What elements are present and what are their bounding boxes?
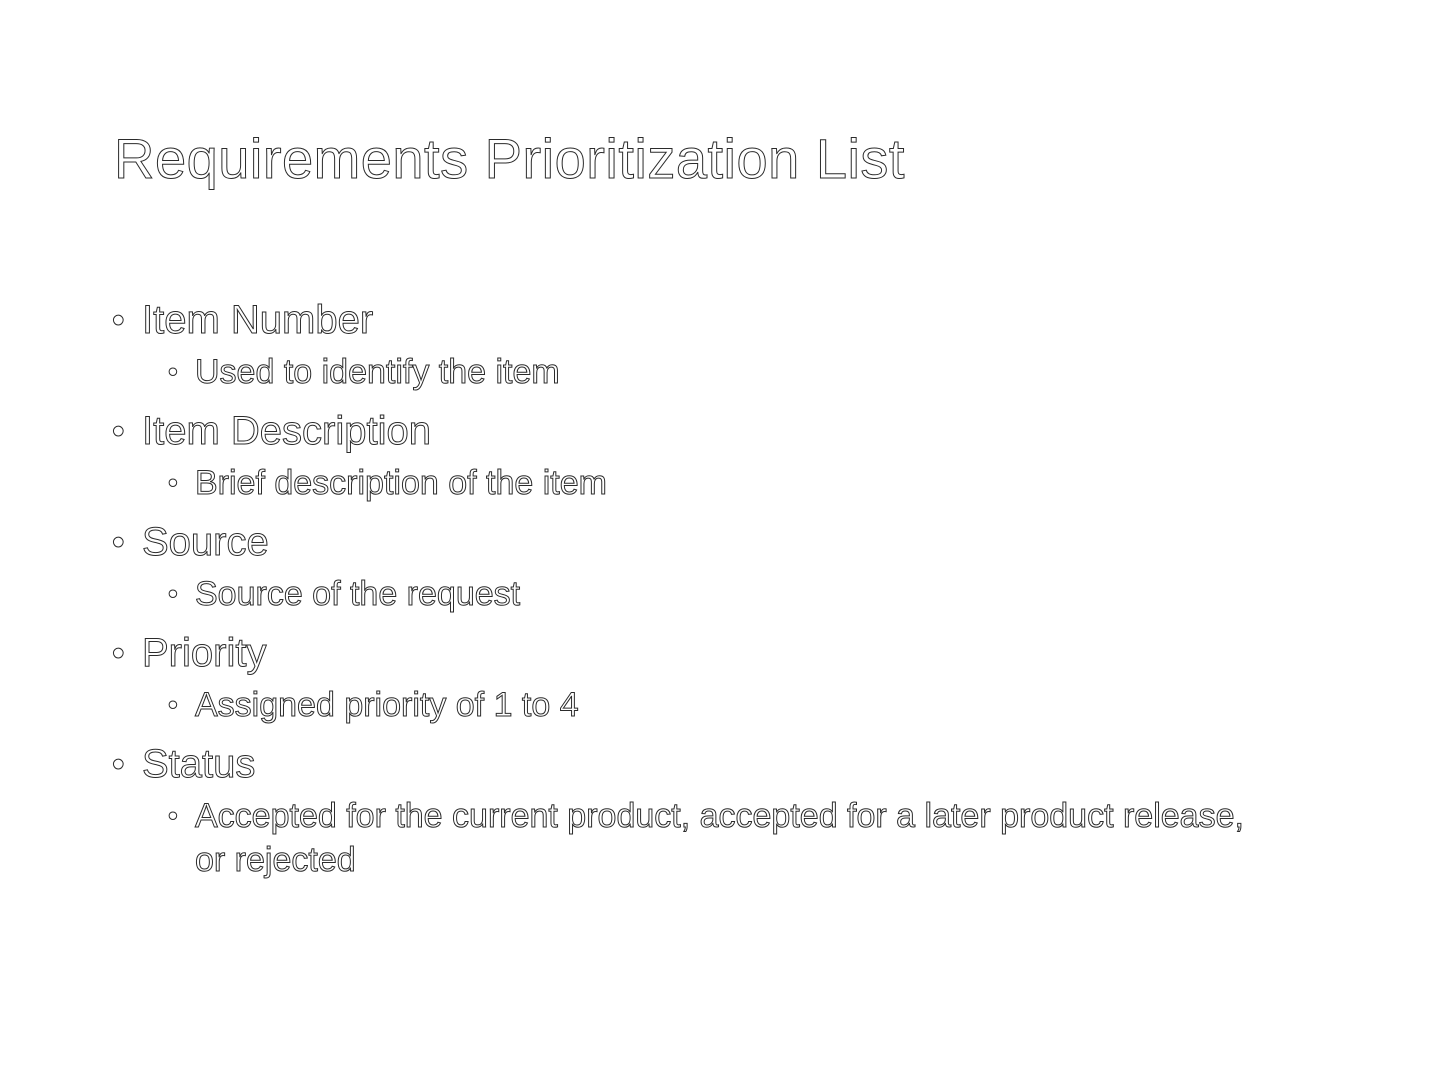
sub-bullet-source: • Source of the request — [168, 572, 1262, 616]
bullet-list: • Item Number • Used to identify the ite… — [112, 296, 1262, 882]
sub-bullet-icon: • — [168, 800, 179, 832]
sub-bullet-priority: • Assigned priority of 1 to 4 — [168, 683, 1262, 727]
bullet-detail: Source of the request — [194, 575, 521, 614]
bullet-icon: • — [112, 632, 126, 674]
bullet-icon: • — [112, 299, 126, 341]
bullet-heading: Item Number — [141, 298, 374, 343]
bullet-source: • Source — [112, 518, 1262, 566]
bullet-item-description: • Item Description — [112, 407, 1262, 455]
bullet-priority: • Priority — [112, 629, 1262, 677]
bullet-detail: Accepted for the current product, accept… — [195, 797, 1245, 880]
sub-bullet-item-number: • Used to identify the item — [168, 350, 1262, 394]
slide: Requirements Prioritization List • Item … — [0, 0, 1440, 1080]
bullet-heading: Status — [141, 742, 256, 787]
bullet-detail: Assigned priority of 1 to 4 — [195, 686, 580, 725]
bullet-status: • Status — [112, 740, 1262, 788]
bullet-heading: Source — [142, 520, 270, 565]
bullet-icon: • — [112, 743, 126, 785]
slide-title: Requirements Prioritization List — [114, 127, 905, 191]
sub-bullet-icon: • — [168, 356, 179, 388]
sub-bullet-icon: • — [168, 689, 179, 721]
bullet-item-number: • Item Number — [112, 296, 1262, 344]
bullet-heading: Item Description — [142, 409, 432, 454]
bullet-detail: Used to identify the item — [195, 353, 561, 392]
sub-bullet-icon: • — [168, 578, 179, 610]
bullet-detail: Brief description of the item — [195, 464, 608, 503]
sub-bullet-icon: • — [168, 467, 179, 499]
sub-bullet-status: • Accepted for the current product, acce… — [168, 794, 1262, 882]
bullet-icon: • — [112, 410, 126, 452]
bullet-icon: • — [112, 521, 126, 563]
bullet-heading: Priority — [141, 631, 267, 676]
sub-bullet-item-description: • Brief description of the item — [168, 461, 1262, 505]
